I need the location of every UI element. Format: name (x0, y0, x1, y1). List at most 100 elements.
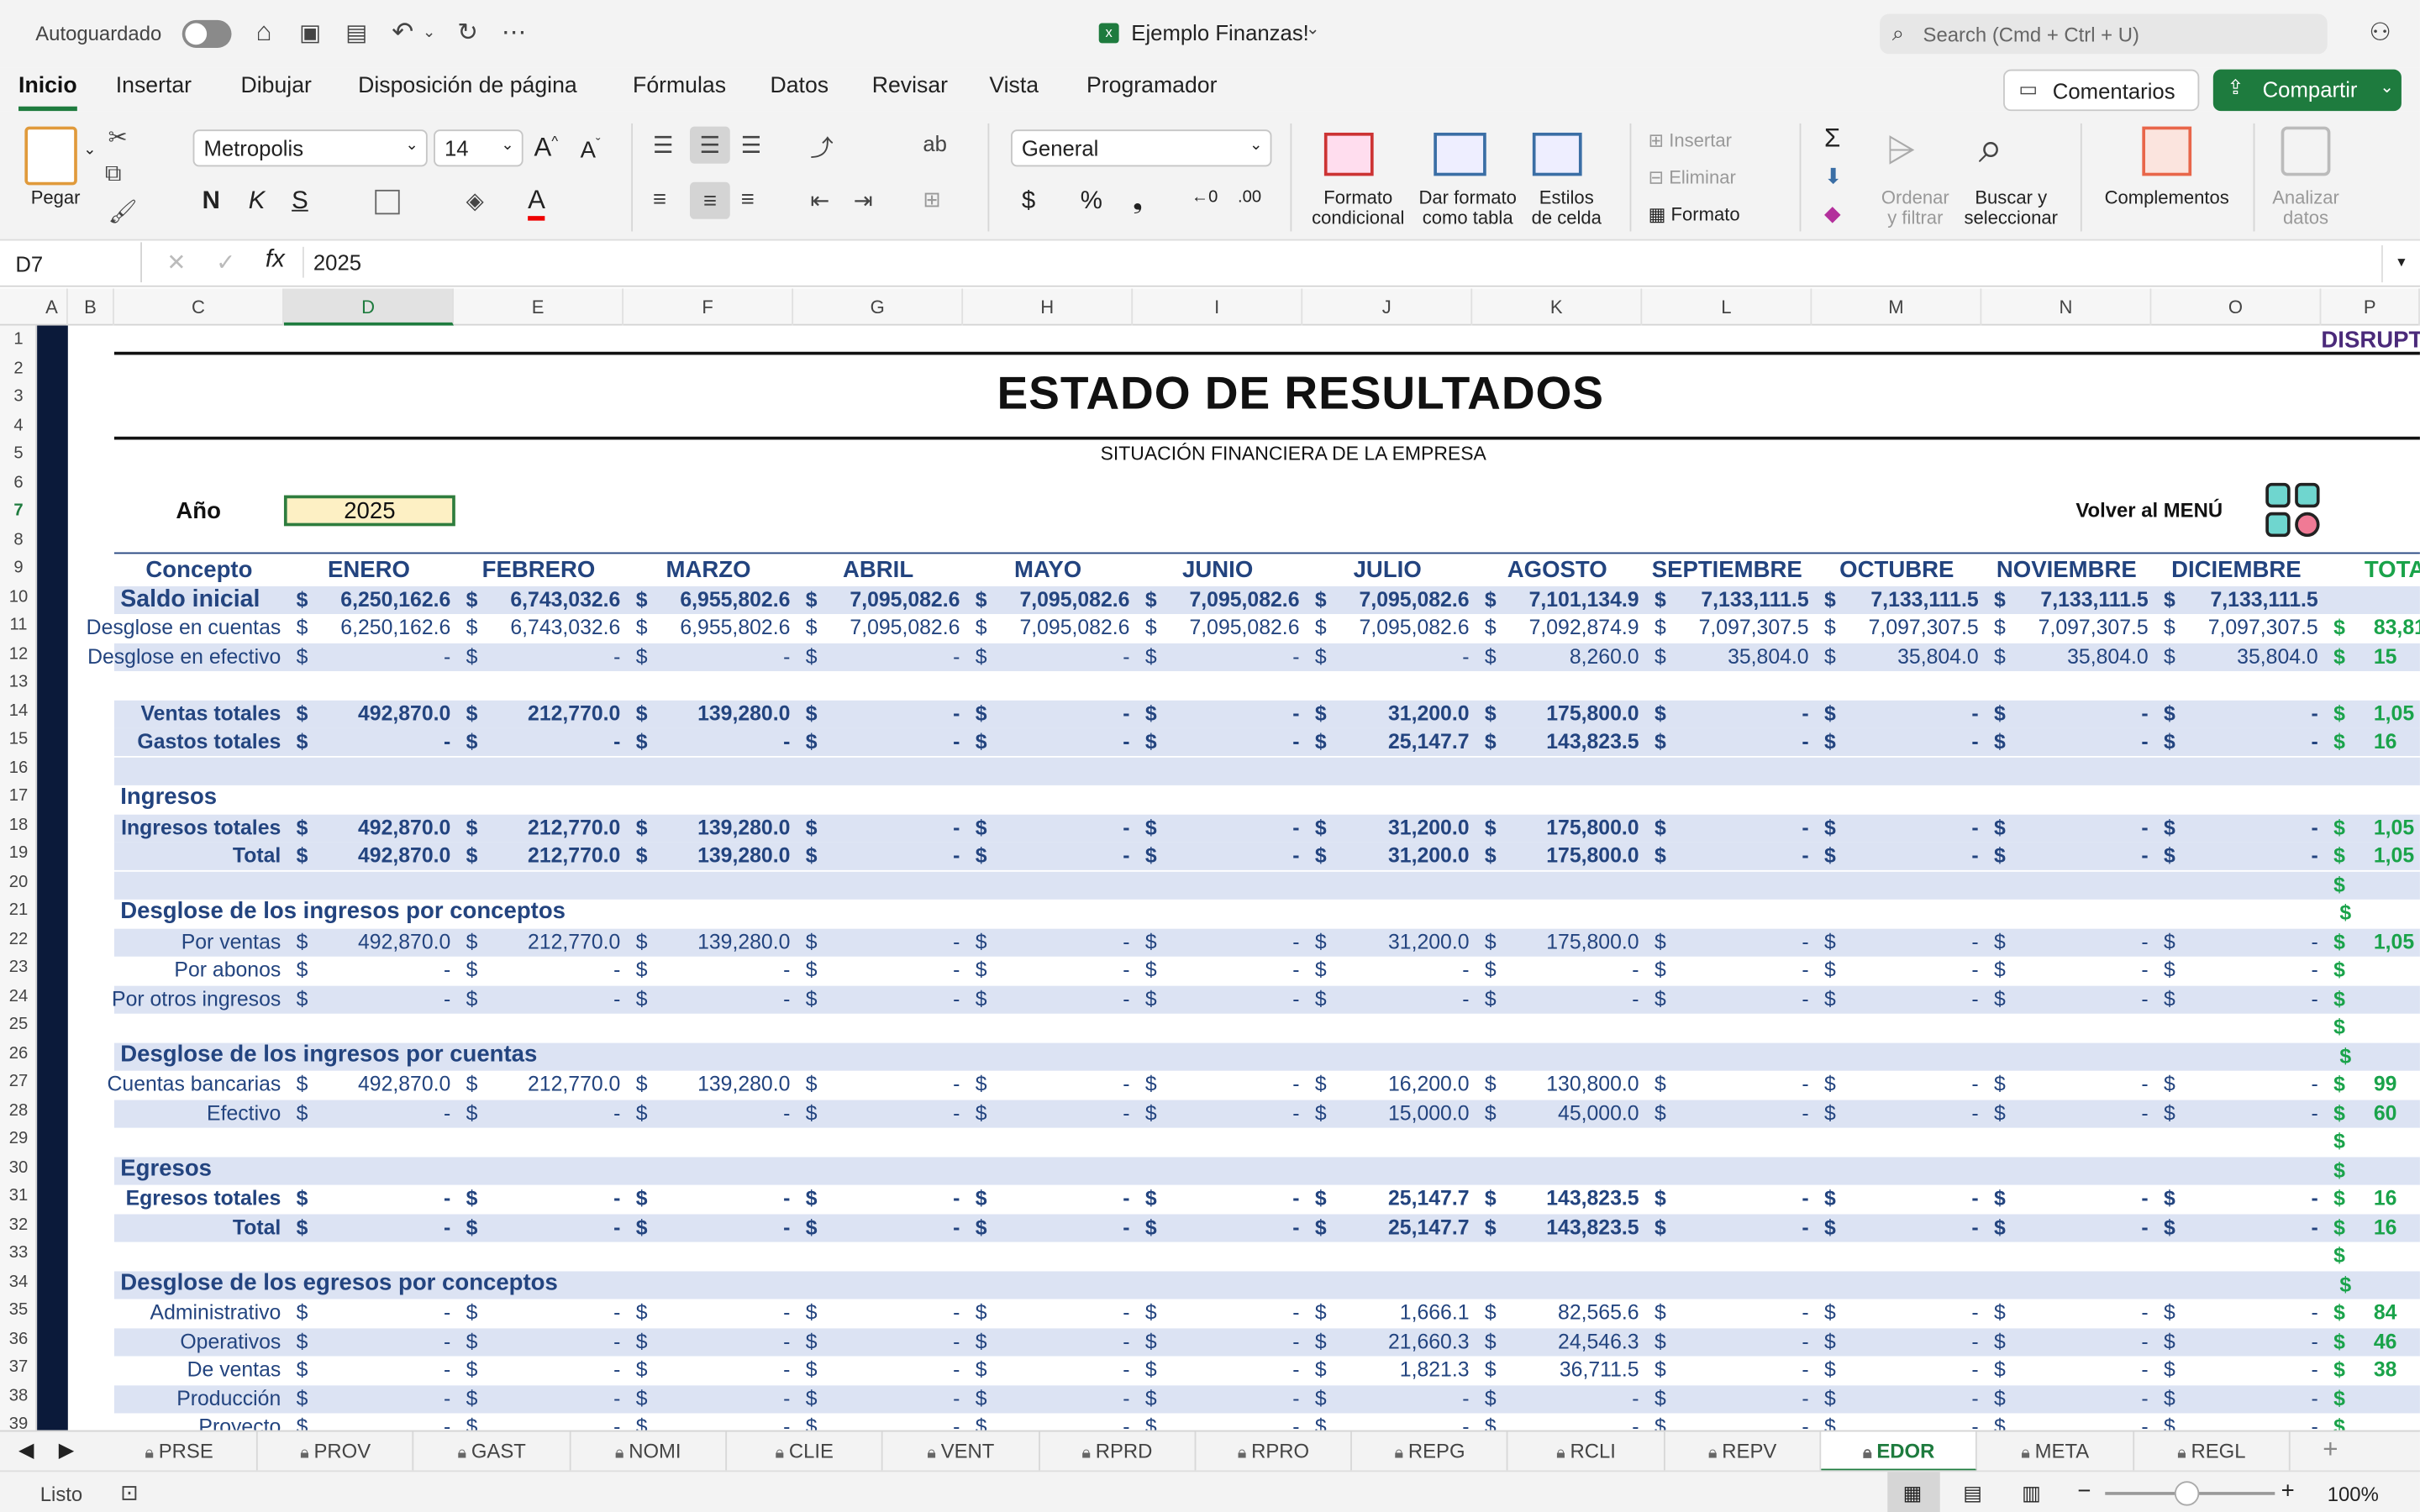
table-cell[interactable]: - (655, 1327, 790, 1355)
table-cell[interactable]: - (2182, 1185, 2317, 1213)
total-cell[interactable]: 99 (2374, 1071, 2397, 1099)
table-cell[interactable]: - (994, 928, 1129, 956)
table-cell[interactable]: 15,000.0 (1334, 1100, 1470, 1127)
align-center-icon[interactable]: ≡ (690, 181, 730, 219)
table-cell[interactable]: - (2182, 985, 2317, 1013)
row-header[interactable]: 23 (0, 958, 35, 977)
table-cell[interactable]: 212,770.0 (485, 928, 620, 956)
search-box[interactable]: ⌕ Search (Cmd + Ctrl + U) (1880, 13, 2328, 55)
table-cell[interactable]: - (1334, 643, 1469, 670)
table-cell[interactable]: - (824, 843, 960, 870)
table-cell[interactable]: - (655, 985, 790, 1013)
row-header[interactable]: 1 (0, 330, 35, 349)
table-cell[interactable]: - (994, 814, 1129, 842)
table-cell[interactable]: - (1843, 985, 1978, 1013)
row-header[interactable]: 6 (0, 473, 35, 491)
currency-icon[interactable]: $ (1022, 188, 1035, 216)
format-as-table-icon[interactable] (1434, 132, 1486, 176)
table-cell[interactable]: - (315, 1185, 450, 1213)
confirm-icon[interactable]: ✓ (216, 249, 235, 276)
row-header[interactable]: 33 (0, 1243, 35, 1262)
row-header[interactable]: 7 (0, 501, 35, 520)
table-cell[interactable]: - (1673, 1100, 1808, 1127)
table-cell[interactable]: 143,823.5 (1503, 728, 1639, 756)
sort-filter-label[interactable]: Ordenar y filtrar (1870, 187, 1960, 228)
column-header-h[interactable]: H (963, 288, 1134, 326)
table-cell[interactable]: - (1843, 1214, 1978, 1242)
table-cell[interactable]: - (485, 1384, 620, 1412)
share-button[interactable]: ⇪ Compartir ⌄ (2212, 69, 2402, 112)
table-cell[interactable]: - (1503, 1413, 1639, 1430)
table-cell[interactable]: - (485, 1100, 620, 1127)
table-cell[interactable]: 492,870.0 (315, 1071, 450, 1099)
zoom-out-icon[interactable]: − (2077, 1478, 2091, 1504)
table-cell[interactable]: - (485, 1327, 620, 1355)
table-cell[interactable]: - (2182, 1299, 2317, 1327)
row-header[interactable]: 20 (0, 873, 35, 891)
sort-filter-icon[interactable]: ⩥ (1886, 129, 1915, 172)
table-cell[interactable]: 139,280.0 (655, 843, 790, 870)
table-cell[interactable]: - (2012, 957, 2148, 984)
table-cell[interactable]: 7,095,082.6 (1164, 614, 1299, 642)
table-cell[interactable]: 7,095,082.6 (824, 585, 960, 613)
table-cell[interactable]: - (1334, 957, 1469, 984)
row-header[interactable]: 32 (0, 1215, 35, 1233)
delete-cells-button[interactable]: ⊟ Eliminar (1649, 166, 1736, 188)
sheet-tab-rpro[interactable]: 🔒︎ RPRO (1197, 1431, 1353, 1473)
table-cell[interactable]: - (485, 1185, 620, 1213)
zoom-handle[interactable] (2174, 1481, 2200, 1506)
table-cell[interactable]: 7,095,082.6 (994, 614, 1129, 642)
format-as-table-label[interactable]: Dar formato como tabla (1411, 187, 1525, 228)
table-cell[interactable]: - (1673, 814, 1808, 842)
row-header[interactable]: 10 (0, 587, 35, 606)
row-header[interactable]: 2 (0, 359, 35, 377)
clear-icon[interactable]: ◆ (1824, 201, 1841, 227)
cut-icon[interactable]: ✂ (108, 123, 128, 151)
insert-cells-button[interactable]: ⊞ Insertar (1649, 129, 1732, 151)
table-cell[interactable]: - (1673, 1185, 1808, 1213)
table-cell[interactable]: - (485, 985, 620, 1013)
row-header[interactable]: 19 (0, 844, 35, 863)
table-cell[interactable]: - (824, 643, 960, 670)
table-cell[interactable]: 82,565.6 (1503, 1299, 1639, 1327)
row-header[interactable]: 34 (0, 1272, 35, 1290)
table-cell[interactable]: 492,870.0 (315, 928, 450, 956)
table-cell[interactable]: - (1673, 1071, 1808, 1099)
sheet-tab-repg[interactable]: 🔒︎ REPG (1353, 1431, 1509, 1473)
table-cell[interactable]: 7,133,111.5 (2012, 585, 2148, 613)
table-cell[interactable]: - (1673, 1384, 1808, 1412)
table-cell[interactable]: - (655, 1214, 790, 1242)
autosave-toggle[interactable] (182, 19, 232, 48)
table-cell[interactable]: 7,095,082.6 (994, 585, 1129, 613)
home-icon[interactable]: ⌂ (247, 15, 281, 49)
table-cell[interactable]: 7,097,307.5 (1843, 614, 1979, 642)
row-header[interactable]: 3 (0, 387, 35, 406)
decrease-indent-icon[interactable]: ⇤ (810, 186, 829, 214)
table-cell[interactable]: 25,147.7 (1334, 1185, 1470, 1213)
table-cell[interactable]: 7,097,307.5 (1673, 614, 1809, 642)
table-cell[interactable]: - (994, 957, 1129, 984)
tab-datos[interactable]: Datos (771, 74, 829, 98)
table-cell[interactable]: - (824, 1384, 960, 1412)
fill-icon[interactable]: ⬇ (1824, 164, 1843, 190)
table-cell[interactable]: 25,147.7 (1334, 728, 1470, 756)
table-cell[interactable]: - (1164, 843, 1299, 870)
table-cell[interactable]: - (824, 985, 960, 1013)
table-cell[interactable]: - (1673, 1356, 1808, 1383)
table-cell[interactable]: - (655, 1384, 790, 1412)
name-box[interactable]: D7 (0, 242, 142, 283)
row-header[interactable]: 35 (0, 1300, 35, 1319)
table-cell[interactable]: - (485, 957, 620, 984)
table-cell[interactable]: - (315, 1214, 450, 1242)
table-cell[interactable]: 492,870.0 (315, 843, 450, 870)
tab-formulas[interactable]: Fórmulas (633, 74, 726, 98)
table-cell[interactable]: 45,000.0 (1503, 1100, 1639, 1127)
align-middle-icon[interactable]: ☰ (690, 126, 730, 164)
comma-style-icon[interactable]: ❟ (1133, 188, 1143, 216)
table-cell[interactable]: 492,870.0 (315, 700, 450, 727)
conditional-format-label[interactable]: Formato condicional (1304, 187, 1413, 228)
table-cell[interactable]: - (1843, 1185, 1978, 1213)
table-cell[interactable]: - (1164, 700, 1299, 727)
table-cell[interactable]: - (1673, 1413, 1808, 1430)
table-cell[interactable]: - (2012, 728, 2148, 756)
